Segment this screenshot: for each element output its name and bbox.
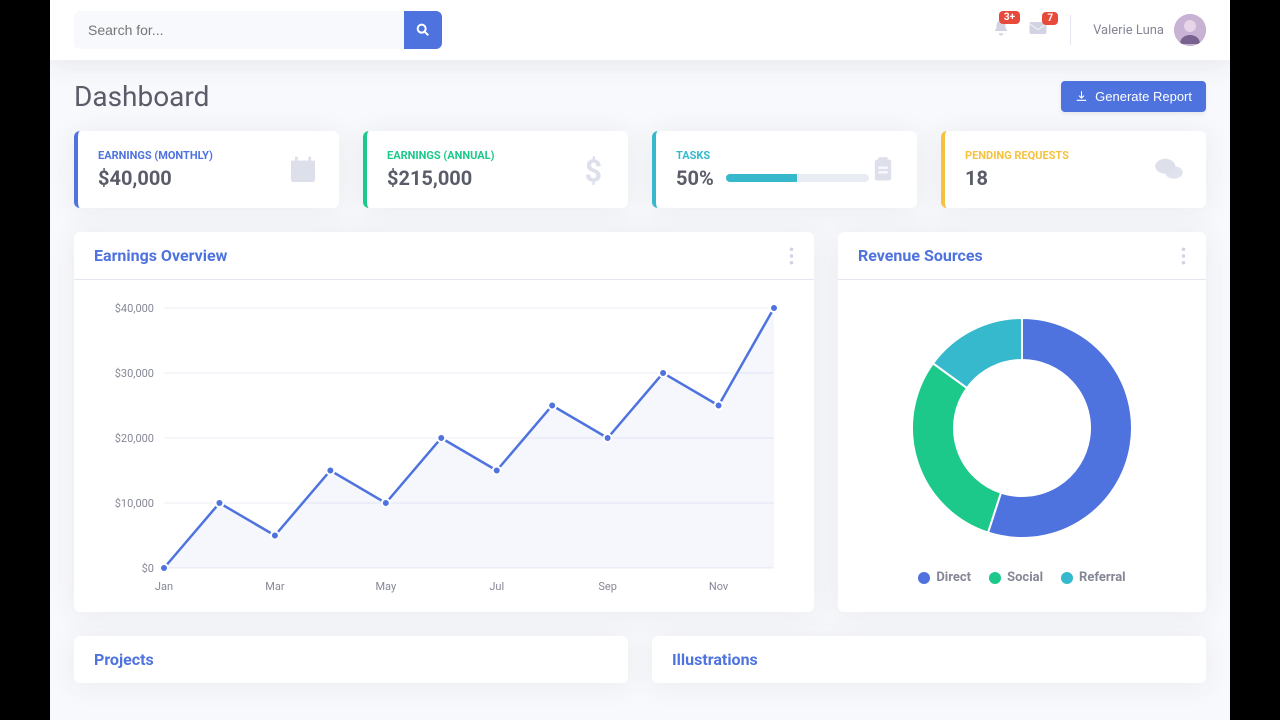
alerts-button[interactable]: 3+ — [992, 19, 1010, 42]
illustrations-panel-title: Illustrations — [672, 650, 758, 669]
stat-label: Earnings (Annual) — [387, 149, 494, 162]
comments-icon — [1152, 155, 1186, 185]
user-menu[interactable]: Valerie Luna — [1093, 14, 1206, 46]
svg-text:$10,000: $10,000 — [115, 497, 154, 510]
projects-panel: Projects — [74, 636, 628, 683]
tasks-progress — [726, 174, 869, 182]
topbar: 3+ 7 Valerie Luna — [50, 0, 1230, 60]
legend-item-social: Social — [989, 570, 1043, 585]
tasks-progress-fill — [726, 174, 798, 182]
left-black-bar — [0, 0, 50, 720]
svg-text:Nov: Nov — [709, 580, 729, 593]
revenue-sources-panel: Revenue Sources Direct Social Referral — [838, 232, 1206, 612]
messages-badge: 7 — [1042, 12, 1058, 25]
search-group — [74, 11, 442, 49]
dots-vertical-icon — [789, 247, 794, 265]
revenue-panel-menu[interactable] — [1181, 247, 1186, 265]
earnings-panel-title: Earnings Overview — [94, 246, 227, 265]
alerts-badge: 3+ — [999, 11, 1020, 24]
svg-text:$20,000: $20,000 — [115, 432, 154, 445]
topbar-divider — [1070, 15, 1071, 45]
legend-item-referral: Referral — [1061, 570, 1126, 585]
svg-text:$: $ — [585, 154, 602, 185]
stat-label: Earnings (Monthly) — [98, 149, 213, 162]
stat-value: $40,000 — [98, 166, 213, 190]
generate-report-label: Generate Report — [1095, 89, 1192, 104]
projects-panel-title: Projects — [94, 650, 154, 669]
earnings-line-chart: $0 $10,000 $20,000 $30,000 $40,000 Jan Mar May J… — [94, 298, 794, 598]
calendar-icon — [287, 154, 319, 186]
svg-text:$30,000: $30,000 — [115, 367, 154, 380]
search-icon — [415, 22, 431, 38]
right-black-bar — [1230, 0, 1280, 720]
clipboard-icon — [869, 154, 897, 186]
stat-label: Tasks — [676, 149, 869, 162]
search-button[interactable] — [404, 11, 442, 49]
svg-text:$0: $0 — [142, 562, 154, 575]
svg-text:Sep: Sep — [598, 580, 617, 593]
stat-card-tasks: Tasks 50% — [652, 131, 917, 208]
stat-value: $215,000 — [387, 166, 494, 190]
avatar — [1174, 14, 1206, 46]
stat-card-annual: Earnings (Annual) $215,000 $ — [363, 131, 628, 208]
svg-text:Jul: Jul — [489, 580, 504, 593]
revenue-legend: Direct Social Referral — [858, 570, 1186, 585]
stat-value: 18 — [965, 166, 1069, 190]
messages-button[interactable]: 7 — [1028, 20, 1048, 41]
svg-text:May: May — [375, 580, 397, 593]
earnings-panel-menu[interactable] — [789, 247, 794, 265]
stat-card-pending: Pending Requests 18 — [941, 131, 1206, 208]
illustrations-panel: Illustrations — [652, 636, 1206, 683]
svg-text:$40,000: $40,000 — [115, 302, 154, 315]
generate-report-button[interactable]: Generate Report — [1061, 81, 1206, 112]
svg-text:Jan: Jan — [155, 580, 173, 593]
username-label: Valerie Luna — [1093, 23, 1164, 38]
earnings-overview-panel: Earnings Overview $0 $10,000 $20,000 $30,00… — [74, 232, 814, 612]
legend-item-direct: Direct — [918, 570, 971, 585]
dots-vertical-icon — [1181, 247, 1186, 265]
stat-label: Pending Requests — [965, 149, 1069, 162]
stat-card-monthly: Earnings (Monthly) $40,000 — [74, 131, 339, 208]
download-icon — [1075, 90, 1088, 103]
revenue-donut-chart — [892, 298, 1152, 558]
dollar-icon: $ — [580, 154, 608, 186]
search-input[interactable] — [74, 11, 404, 49]
page-title: Dashboard — [74, 80, 209, 113]
svg-text:Mar: Mar — [265, 580, 285, 593]
revenue-panel-title: Revenue Sources — [858, 246, 983, 265]
stat-value: 50% — [676, 166, 714, 190]
